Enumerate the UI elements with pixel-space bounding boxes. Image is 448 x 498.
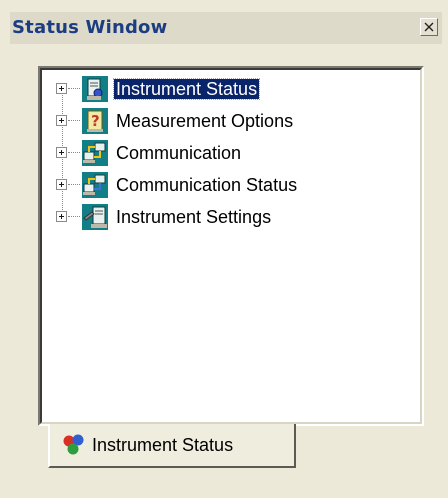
tree-item-instrument-settings[interactable]: Instrument Settings (56, 204, 386, 232)
tree-item-label: Instrument Status (112, 78, 261, 100)
colored-dots-icon (62, 434, 86, 456)
tree-item-measurement-options[interactable]: ? Measurement Options (56, 108, 386, 136)
tree-item-instrument-status[interactable]: Instrument Status (56, 76, 386, 104)
communication-status-icon (82, 172, 108, 198)
tree-connector (68, 184, 80, 186)
close-icon (424, 22, 434, 32)
window-title: Status Window (12, 17, 168, 38)
tree-item-label: Communication (116, 143, 242, 163)
close-button[interactable] (420, 18, 438, 36)
tree-connector (68, 120, 80, 122)
tree-item-label: Measurement Options (116, 111, 294, 131)
communication-icon (82, 140, 108, 166)
tree-item-communication[interactable]: Communication (56, 140, 386, 168)
tree-item-label: Communication Status (116, 175, 298, 195)
instrument-status-icon (82, 76, 108, 102)
status-window: Status Window Instrument Status ? Measur… (0, 0, 448, 498)
expand-icon[interactable] (56, 115, 67, 126)
tree-connector (68, 216, 80, 218)
expand-icon[interactable] (56, 147, 67, 158)
instrument-settings-icon (82, 204, 108, 230)
tab-instrument-status[interactable]: Instrument Status (48, 424, 296, 468)
measurement-options-icon: ? (82, 108, 108, 134)
title-bar[interactable]: Status Window (10, 12, 442, 44)
svg-text:?: ? (91, 112, 100, 130)
tree-item-communication-status[interactable]: Communication Status (56, 172, 386, 200)
expand-icon[interactable] (56, 211, 67, 222)
tree-panel: Instrument Status ? Measurement Options (38, 66, 424, 426)
tab-label: Instrument Status (92, 435, 234, 455)
expand-icon[interactable] (56, 179, 67, 190)
expand-icon[interactable] (56, 83, 67, 94)
tree-item-label: Instrument Settings (116, 207, 272, 227)
tree-connector (68, 88, 80, 90)
tree-connector (68, 152, 80, 154)
